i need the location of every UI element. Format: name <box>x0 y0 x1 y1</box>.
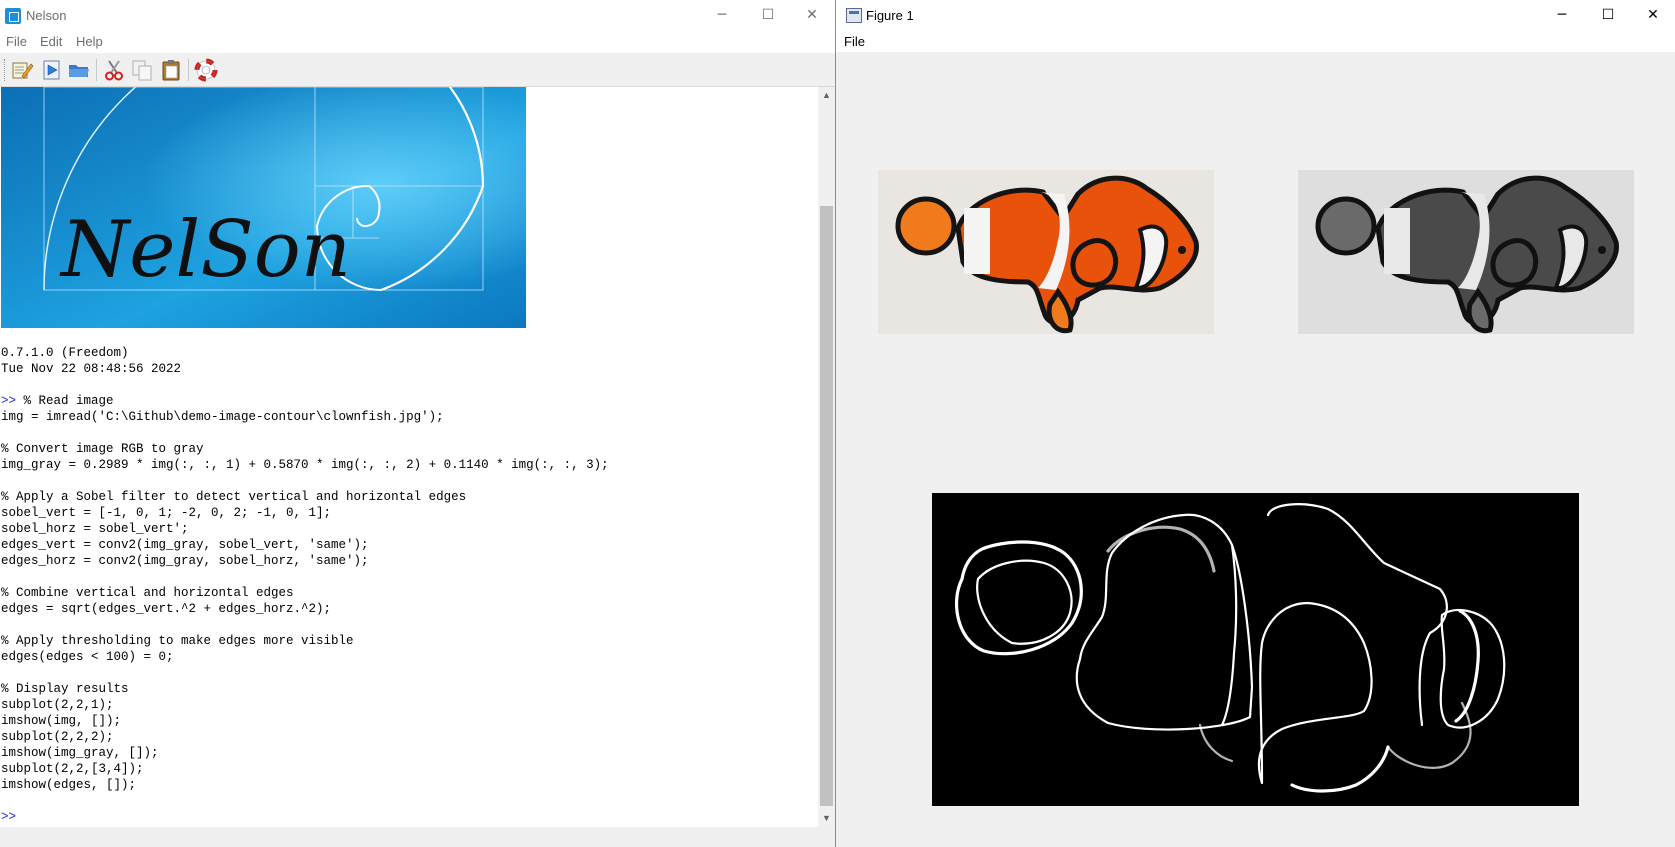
console-line-text: subplot(2,2,2); <box>1 730 114 744</box>
subplot-gray-image[interactable] <box>1298 170 1634 334</box>
console-line: % Combine vertical and horizontal edges <box>1 585 609 601</box>
status-bar <box>0 827 835 847</box>
console-line-text: % Apply a Sobel filter to detect vertica… <box>1 490 467 504</box>
console-line-text: edges_horz = conv2(img_gray, sobel_horz,… <box>1 554 369 568</box>
figure-window: Figure 1 ─ ☐ ✕ File <box>836 0 1675 847</box>
figure-close-button[interactable]: ✕ <box>1630 0 1675 31</box>
console-line: 0.7.1.0 (Freedom) <box>1 345 609 361</box>
console-line-text: sobel_horz = sobel_vert'; <box>1 522 189 536</box>
console-line-text: % Combine vertical and horizontal edges <box>1 586 294 600</box>
toolbar <box>0 53 835 87</box>
nelson-logo-banner: NelSon <box>1 87 526 328</box>
minimize-button[interactable]: ─ <box>699 0 745 31</box>
window-title: Nelson <box>26 8 67 23</box>
toolbar-grip <box>4 59 8 81</box>
menu-help[interactable]: Help <box>76 34 103 49</box>
edit-icon[interactable] <box>10 58 34 82</box>
console-text: 0.7.1.0 (Freedom) Tue Nov 22 08:48:56 202… <box>1 345 609 825</box>
figure-menu-file[interactable]: File <box>844 34 865 49</box>
console-line-text: Tue Nov 22 08:48:56 2022 <box>1 362 182 376</box>
console-line-text: % Apply thresholding to make edges more … <box>1 634 354 648</box>
figure-maximize-button[interactable]: ☐ <box>1585 0 1631 31</box>
open-folder-icon[interactable] <box>67 58 91 82</box>
console-line-text: % Display results <box>1 682 129 696</box>
console-line: edges = sqrt(edges_vert.^2 + edges_horz.… <box>1 601 609 617</box>
console-line-text: edges(edges < 100) = 0; <box>1 650 174 664</box>
console-line-text: subplot(2,2,1); <box>1 698 114 712</box>
console-line: % Apply a Sobel filter to detect vertica… <box>1 489 609 505</box>
console-line-text: % Convert image RGB to gray <box>1 442 204 456</box>
console-line: img = imread('C:\Github\demo-image-conto… <box>1 409 609 425</box>
console-line: sobel_vert = [-1, 0, 1; -2, 0, 2; -1, 0,… <box>1 505 609 521</box>
scroll-up-icon[interactable]: ▲ <box>818 87 835 104</box>
copy-icon[interactable] <box>130 58 154 82</box>
scroll-down-icon[interactable]: ▼ <box>818 810 835 827</box>
console-line: edges(edges < 100) = 0; <box>1 649 609 665</box>
console-line: Tue Nov 22 08:48:56 2022 <box>1 361 609 377</box>
figure-menu-bar: File <box>836 31 1675 52</box>
logo-text: NelSon <box>59 205 351 295</box>
console-line: >> % Read image <box>1 393 609 409</box>
paste-icon[interactable] <box>159 58 183 82</box>
console-line-text: edges = sqrt(edges_vert.^2 + edges_horz.… <box>1 602 332 616</box>
subplot-edges-image[interactable] <box>932 493 1579 806</box>
toolbar-separator <box>188 59 189 81</box>
console-line: imshow(img_gray, []); <box>1 745 609 761</box>
help-lifebuoy-icon[interactable] <box>194 58 218 82</box>
console-line: subplot(2,2,1); <box>1 697 609 713</box>
figure-title-bar[interactable]: Figure 1 ─ ☐ ✕ <box>836 0 1675 31</box>
console-line: edges_vert = conv2(img_gray, sobel_vert,… <box>1 537 609 553</box>
console-line-text: subplot(2,2,[3,4]); <box>1 762 144 776</box>
console-line: subplot(2,2,[3,4]); <box>1 761 609 777</box>
console-line: sobel_horz = sobel_vert'; <box>1 521 609 537</box>
console-line: % Convert image RGB to gray <box>1 441 609 457</box>
menu-bar: File Edit Help <box>0 31 835 53</box>
console-line-text: % Read image <box>16 394 114 408</box>
maximize-button[interactable]: ☐ <box>745 0 791 31</box>
console-line-text: imshow(img, []); <box>1 714 122 728</box>
console-line-text: 0.7.1.0 (Freedom) <box>1 346 129 360</box>
console-line-text: edges_vert = conv2(img_gray, sobel_vert,… <box>1 538 369 552</box>
console-line-text: img_gray = 0.2989 * img(:, :, 1) + 0.587… <box>1 458 609 472</box>
console-line: subplot(2,2,2); <box>1 729 609 745</box>
title-bar[interactable]: Nelson ─ ☐ ✕ <box>0 0 835 31</box>
console-output[interactable]: NelSon 0.7.1.0 (Freedom) Tue Nov 22 08:48… <box>0 87 818 827</box>
console-line: % Display results <box>1 681 609 697</box>
subplot-color-image[interactable] <box>878 170 1214 334</box>
figure-app-icon <box>846 8 862 23</box>
toolbar-separator <box>96 59 97 81</box>
vertical-scrollbar[interactable]: ▲ ▼ <box>818 87 835 827</box>
console-line: % Apply thresholding to make edges more … <box>1 633 609 649</box>
menu-file[interactable]: File <box>6 34 27 49</box>
console-line-text: imshow(edges, []); <box>1 778 137 792</box>
console-line: img_gray = 0.2989 * img(:, :, 1) + 0.587… <box>1 457 609 473</box>
scroll-thumb[interactable] <box>820 206 833 806</box>
console-line: edges_horz = conv2(img_gray, sobel_horz,… <box>1 553 609 569</box>
nelson-app-icon <box>5 8 21 24</box>
cut-icon[interactable] <box>102 58 126 82</box>
console-line: imshow(img, []); <box>1 713 609 729</box>
run-icon[interactable] <box>40 58 64 82</box>
close-button[interactable]: ✕ <box>789 0 835 31</box>
figure-title: Figure 1 <box>866 8 914 23</box>
console-line: >> <box>1 809 609 825</box>
console-line-text: imshow(img_gray, []); <box>1 746 159 760</box>
console-line-text: img = imread('C:\Github\demo-image-conto… <box>1 410 444 424</box>
figure-minimize-button[interactable]: ─ <box>1539 0 1585 31</box>
console-prompt: >> <box>1 810 17 824</box>
nelson-console-window: Nelson ─ ☐ ✕ File Edit Help NelSon 0.7.1… <box>0 0 836 847</box>
menu-edit[interactable]: Edit <box>40 34 62 49</box>
console-line: imshow(edges, []); <box>1 777 609 793</box>
console-line-text: sobel_vert = [-1, 0, 1; -2, 0, 2; -1, 0,… <box>1 506 332 520</box>
console-prompt: >> <box>1 394 17 408</box>
